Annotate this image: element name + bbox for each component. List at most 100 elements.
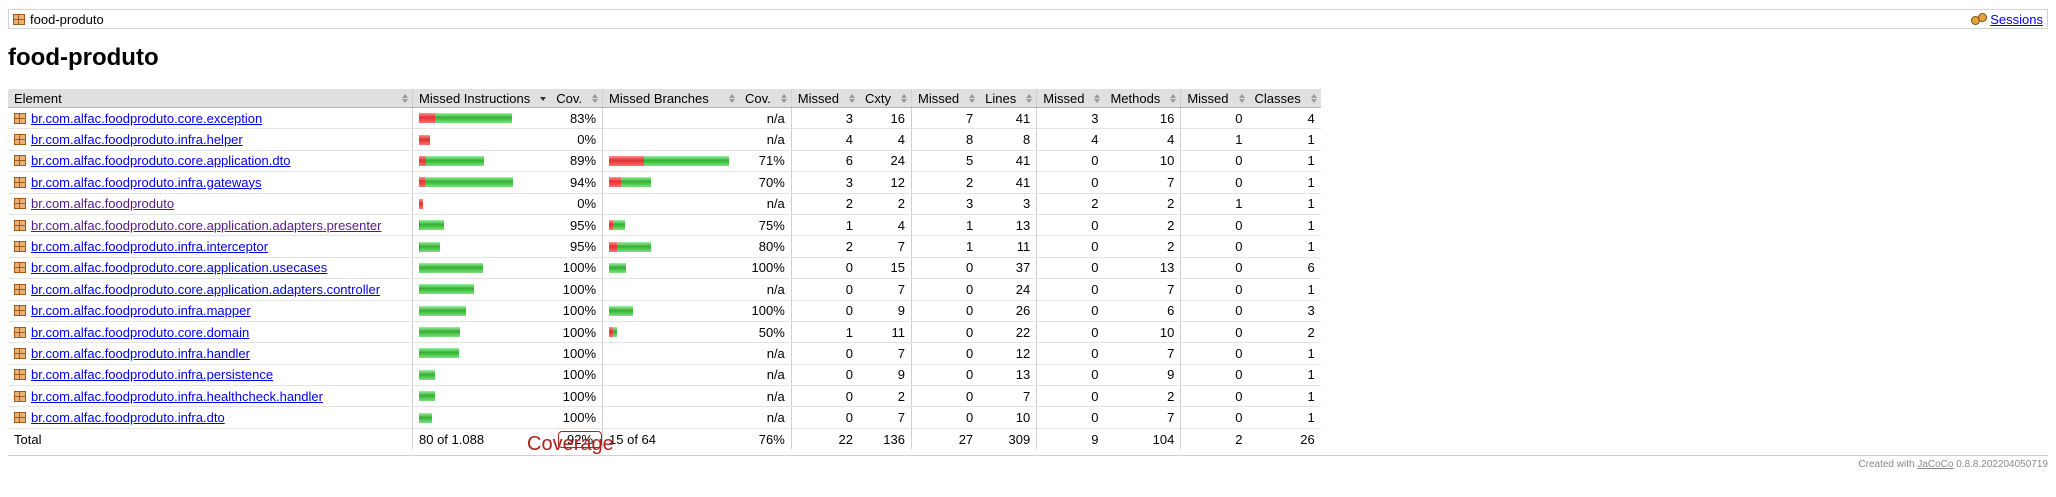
total-missed-lines: 27 — [911, 427, 980, 450]
missed-complexity: 0 — [791, 406, 859, 429]
instruction-coverage-bar — [419, 198, 544, 209]
package-link[interactable]: br.com.alfac.foodproduto.infra.helper — [31, 132, 243, 147]
header-instruction-coverage[interactable]: Cov. — [550, 89, 604, 108]
instruction-coverage-bar — [419, 241, 544, 252]
covered-bar-segment — [419, 412, 432, 423]
sort-icon — [900, 94, 907, 103]
branch-coverage-bar — [609, 220, 733, 231]
missed-lines: 0 — [911, 321, 980, 344]
instruction-coverage: 100% — [550, 385, 604, 408]
missed-methods: 0 — [1036, 278, 1105, 301]
complexity: 7 — [858, 235, 912, 258]
methods: 10 — [1104, 321, 1182, 344]
missed-methods: 0 — [1036, 214, 1105, 237]
missed-instructions-cell — [412, 257, 551, 280]
coverage-annotation: Coverage — [527, 433, 614, 455]
missed-lines: 0 — [911, 300, 980, 322]
package-link[interactable]: br.com.alfac.foodproduto.infra.persisten… — [31, 367, 273, 382]
package-link[interactable]: br.com.alfac.foodproduto.infra.dto — [31, 410, 225, 425]
package-link[interactable]: br.com.alfac.foodproduto.infra.healthche… — [31, 389, 323, 404]
methods: 4 — [1104, 128, 1182, 151]
header-complexity[interactable]: Cxty — [858, 89, 912, 108]
missed-classes: 0 — [1180, 107, 1249, 130]
total-missed-branches: 15 of 64 — [602, 427, 740, 450]
package-link[interactable]: br.com.alfac.foodproduto.infra.intercept… — [31, 239, 268, 254]
header-element[interactable]: Element — [8, 89, 413, 108]
instruction-coverage: 100% — [550, 300, 604, 322]
methods: 13 — [1104, 257, 1182, 280]
missed-complexity: 2 — [791, 235, 859, 258]
header-branch-coverage[interactable]: Cov. — [739, 89, 792, 108]
sort-icon — [1170, 94, 1177, 103]
missed-classes: 0 — [1180, 300, 1249, 322]
package-link[interactable]: br.com.alfac.foodproduto.core.applicatio… — [31, 282, 380, 297]
branch-coverage-bar — [609, 391, 733, 401]
branch-coverage-bar — [609, 177, 733, 188]
package-link[interactable]: br.com.alfac.foodproduto.infra.handler — [31, 346, 250, 361]
complexity: 4 — [858, 128, 912, 151]
table-row: br.com.alfac.foodproduto.core.applicatio… — [8, 150, 1321, 173]
sessions-link[interactable]: Sessions — [1990, 12, 2043, 27]
table-row: br.com.alfac.foodproduto.core.domain 100%… — [8, 321, 1321, 344]
table-header-row: Element Missed Instructions Cov. Missed … — [8, 89, 1321, 108]
missed-bar-segment — [419, 198, 423, 209]
header-classes[interactable]: Classes — [1248, 89, 1321, 108]
breadcrumb: food-produto Sessions — [8, 9, 2048, 29]
lines: 24 — [979, 278, 1038, 301]
package-link[interactable]: br.com.alfac.foodproduto.core.applicatio… — [31, 153, 290, 168]
header-missed-branches[interactable]: Missed Branches — [602, 89, 740, 108]
instruction-coverage-bar — [419, 412, 544, 423]
element-cell: br.com.alfac.foodproduto.core.applicatio… — [8, 214, 413, 237]
header-methods[interactable]: Methods — [1104, 89, 1182, 108]
missed-instructions-cell — [412, 193, 551, 215]
missed-branches-cell — [602, 214, 740, 237]
package-link[interactable]: br.com.alfac.foodproduto.core.domain — [31, 325, 249, 340]
element-cell: br.com.alfac.foodproduto.infra.healthche… — [8, 385, 413, 408]
missed-instructions-cell — [412, 128, 551, 151]
missed-instructions-cell — [412, 150, 551, 173]
missed-methods: 2 — [1036, 193, 1105, 215]
branch-coverage: 100% — [739, 257, 792, 280]
missed-bar-segment — [419, 113, 435, 124]
element-cell: br.com.alfac.foodproduto.core.domain — [8, 321, 413, 344]
missed-methods: 0 — [1036, 300, 1105, 322]
instruction-coverage-bar — [419, 327, 544, 338]
branch-coverage: 80% — [739, 235, 792, 258]
missed-branches-cell — [602, 171, 740, 194]
header-missed-complexity[interactable]: Missed — [791, 89, 859, 108]
package-link[interactable]: br.com.alfac.foodproduto.core.applicatio… — [31, 218, 382, 233]
branch-coverage-bar — [609, 241, 733, 252]
lines: 13 — [979, 364, 1038, 387]
missed-methods: 0 — [1036, 257, 1105, 280]
table-row: br.com.alfac.foodproduto.infra.helper 0% n… — [8, 128, 1321, 151]
package-link[interactable]: br.com.alfac.foodproduto — [31, 196, 174, 211]
header-lines[interactable]: Lines — [979, 89, 1038, 108]
header-missed-classes[interactable]: Missed — [1180, 89, 1249, 108]
table-total-row: Total 80 of 1.088 92% 15 of 64 76% 22 13… — [8, 427, 1321, 450]
package-link[interactable]: br.com.alfac.foodproduto.infra.mapper — [31, 303, 251, 318]
package-link[interactable]: br.com.alfac.foodproduto.core.applicatio… — [31, 260, 327, 275]
total-missed-methods: 9 — [1036, 427, 1105, 450]
missed-bar-segment — [609, 241, 618, 252]
header-missed-lines[interactable]: Missed — [911, 89, 980, 108]
covered-bar-segment — [420, 241, 440, 252]
header-missed-instructions[interactable]: Missed Instructions — [412, 89, 551, 108]
methods: 2 — [1104, 214, 1182, 237]
missed-branches-cell — [602, 193, 740, 215]
report-icon — [13, 13, 25, 25]
instruction-coverage: 94% — [550, 171, 604, 194]
package-link[interactable]: br.com.alfac.foodproduto.infra.gateways — [31, 175, 262, 190]
package-icon — [14, 262, 26, 274]
sort-icon — [402, 94, 408, 103]
package-link[interactable]: br.com.alfac.foodproduto.core.exception — [31, 111, 262, 126]
footer-prefix: Created with — [1858, 459, 1915, 470]
instruction-coverage: 100% — [550, 321, 604, 344]
header-missed-methods[interactable]: Missed — [1036, 89, 1105, 108]
jacoco-link[interactable]: JaCoCo — [1917, 459, 1953, 470]
table-row: br.com.alfac.foodproduto.infra.mapper 100… — [8, 300, 1321, 322]
branch-coverage-bar — [609, 135, 733, 145]
classes: 1 — [1248, 406, 1321, 429]
complexity: 2 — [858, 193, 912, 215]
covered-bar-segment — [419, 391, 435, 402]
missed-branches-cell — [602, 278, 740, 301]
